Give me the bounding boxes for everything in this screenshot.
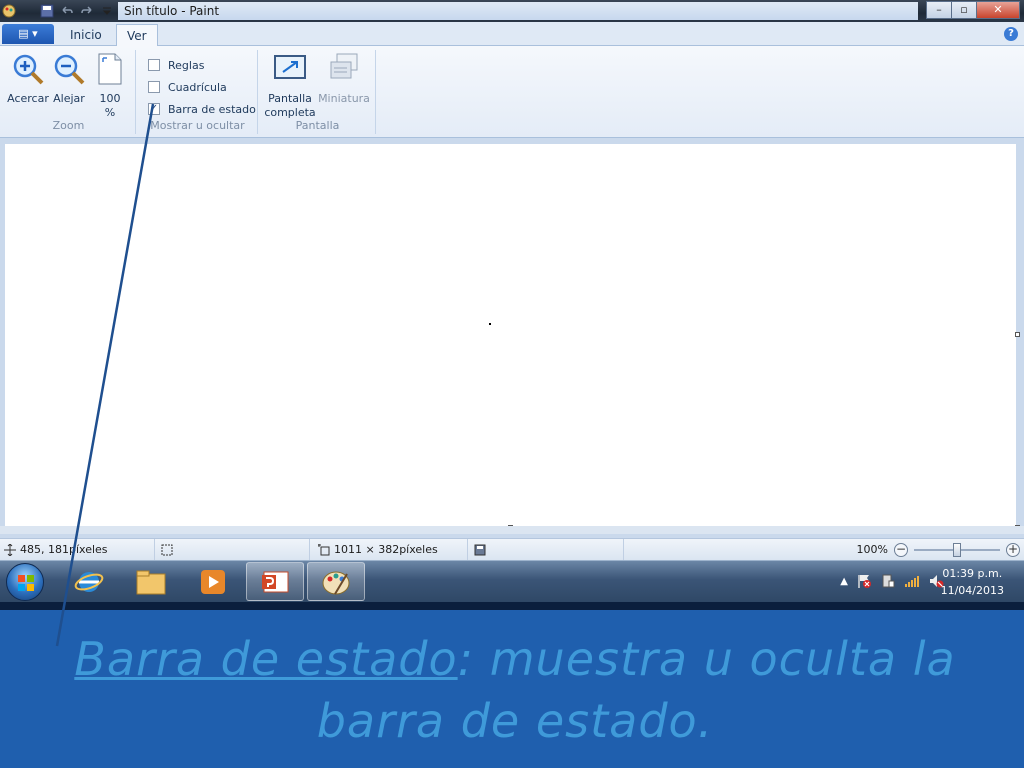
title-bar: Sin título - Paint – ▫ ✕ (0, 0, 1024, 22)
windows-logo-icon (18, 575, 34, 591)
full-screen-button[interactable]: Pantalla completa (264, 52, 316, 120)
thumbnail-button[interactable]: Miniatura (316, 52, 372, 106)
help-icon[interactable]: ? (1004, 27, 1018, 41)
selection-size-segment (155, 539, 310, 560)
show-hidden-icons-button[interactable]: ▲ (840, 576, 848, 587)
ribbon-tabs: ▤ ▾ Inicio Ver ? (0, 22, 1024, 46)
taskbar-internet-explorer[interactable] (60, 562, 118, 601)
actual-size-button[interactable]: 100 % (92, 52, 128, 120)
paint-menu-button[interactable]: ▤ ▾ (2, 24, 54, 44)
canvas-size: 1011 × 382píxeles (334, 543, 438, 556)
show-hide-group-label: Mostrar u ocultar (150, 119, 245, 132)
zoom-level: 100% (856, 543, 888, 556)
workspace (0, 138, 1024, 538)
status-bar-label: Barra de estado (168, 102, 256, 116)
quick-access-toolbar (2, 2, 114, 20)
file-size-segment (468, 539, 624, 560)
crosshair-icon (4, 542, 16, 557)
minimize-button[interactable]: – (926, 1, 952, 19)
canvas-resize-handle-right[interactable] (1015, 332, 1020, 337)
clock-time: 01:39 p.m. (942, 567, 1003, 580)
zoom-out-small-button[interactable]: − (894, 542, 908, 557)
undo-icon[interactable] (60, 4, 74, 18)
ribbon-panel: Acercar Alejar 100 % Zoom Reglas Cuadríc… (0, 46, 1024, 138)
caption-term: Barra de estado (74, 632, 458, 686)
zoom-group: Acercar Alejar 100 % Zoom (2, 50, 136, 134)
actual-size-icon (93, 52, 127, 86)
slide-divider (0, 602, 1024, 610)
zoom-control: 100% − + (857, 539, 1020, 560)
caption-text: Barra de estado: muestra u oculta la bar… (40, 628, 990, 752)
system-clock[interactable]: 01:39 p.m. 11/04/2013 (941, 565, 1004, 599)
taskbar-powerpoint[interactable] (246, 562, 304, 601)
rulers-checkbox[interactable] (148, 59, 160, 71)
full-screen-label: Pantalla completa (264, 92, 316, 119)
actual-size-label: 100 % (99, 92, 121, 119)
display-group-label: Pantalla (295, 119, 340, 132)
taskbar-paint[interactable] (307, 562, 365, 601)
gridlines-checkbox[interactable] (148, 81, 160, 93)
zoom-slider-thumb[interactable] (953, 542, 961, 557)
cursor-position: 485, 181píxeles (20, 543, 108, 556)
full-screen-icon (273, 52, 307, 86)
internet-explorer-icon (74, 571, 104, 592)
status-bar-checkbox[interactable]: ✓ (148, 103, 160, 115)
canvas-size-segment: 1011 × 382píxeles (310, 539, 468, 560)
zoom-group-label: Zoom (52, 119, 85, 132)
horizontal-scrollbar[interactable] (0, 526, 1024, 534)
cursor-position-segment: 485, 181píxeles (0, 539, 155, 560)
drawing-canvas[interactable] (5, 144, 1016, 526)
title-area: Sin título - Paint (118, 2, 918, 20)
disk-icon (474, 544, 486, 556)
zoom-out-icon (52, 52, 86, 86)
zoom-out-button[interactable]: Alejar (50, 52, 88, 106)
customize-quick-access-icon[interactable] (100, 4, 114, 18)
taskbar: ▲ 01:39 p.m. 11/04/2013 (0, 560, 1024, 602)
paint-palette-icon (322, 571, 350, 595)
rulers-checkbox-row[interactable]: Reglas (148, 56, 204, 74)
canvas-size-icon (318, 543, 330, 556)
display-group: Pantalla completa Miniatura Pantalla (260, 50, 376, 134)
system-tray: ▲ (840, 573, 944, 589)
rulers-label: Reglas (168, 58, 205, 72)
start-button[interactable] (6, 563, 44, 601)
thumbnail-icon (327, 52, 361, 86)
cursor-dot (489, 323, 491, 325)
action-center-flag-icon[interactable] (856, 573, 872, 589)
show-hide-group: Reglas Cuadrícula ✓ Barra de estado Most… (138, 50, 258, 134)
clock-date: 11/04/2013 (940, 584, 1004, 597)
zoom-in-button[interactable]: Acercar (6, 52, 50, 106)
gridlines-checkbox-row[interactable]: Cuadrícula (148, 78, 227, 96)
save-icon[interactable] (40, 4, 54, 18)
redo-icon[interactable] (80, 4, 94, 18)
status-bar-checkbox-row[interactable]: ✓ Barra de estado (148, 100, 256, 118)
taskbar-windows-explorer[interactable] (122, 562, 180, 601)
maximize-button[interactable]: ▫ (951, 1, 977, 19)
media-player-icon (201, 569, 225, 594)
thumbnail-label: Miniatura (318, 92, 370, 105)
selection-icon (161, 544, 173, 556)
taskbar-media-player[interactable] (184, 562, 242, 601)
devices-icon[interactable] (880, 573, 896, 589)
zoom-in-label: Acercar (7, 92, 49, 105)
zoom-in-small-button[interactable]: + (1006, 542, 1020, 557)
slide-caption: Barra de estado: muestra u oculta la bar… (0, 610, 1024, 768)
window-controls: – ▫ ✕ (926, 1, 1020, 19)
paint-app-icon[interactable] (2, 4, 16, 18)
status-bar: 485, 181píxeles 1011 × 382píxeles 100% −… (0, 538, 1024, 560)
powerpoint-icon (262, 571, 289, 592)
tab-ver[interactable]: Ver (116, 24, 158, 46)
tab-inicio[interactable]: Inicio (60, 24, 112, 46)
close-button[interactable]: ✕ (976, 1, 1020, 19)
folder-icon (136, 570, 166, 594)
gridlines-label: Cuadrícula (168, 80, 227, 94)
caption-separator: : (457, 632, 475, 686)
zoom-in-icon (11, 52, 45, 86)
zoom-slider[interactable] (914, 542, 1000, 557)
network-icon[interactable] (904, 573, 920, 589)
zoom-out-label: Alejar (53, 92, 85, 105)
window-title: Sin título - Paint (124, 4, 220, 18)
